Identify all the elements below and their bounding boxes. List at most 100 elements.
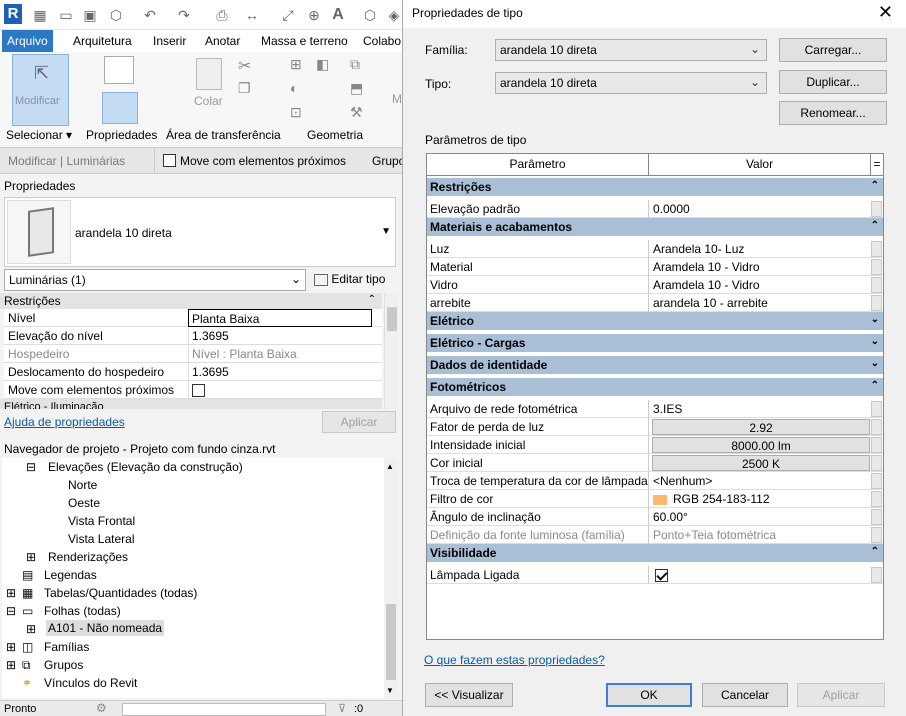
param-value[interactable]: <Nenhum>: [650, 472, 870, 490]
redo-icon[interactable]: ↷: [176, 7, 192, 23]
prop-row[interactable]: Hospedeiro Nível : Planta Baixa: [4, 345, 382, 363]
prop-row[interactable]: Move com elementos próximos: [4, 381, 382, 399]
revit-logo-icon[interactable]: R: [4, 4, 22, 24]
param-row[interactable]: arrebite arandela 10 - arrebite: [427, 294, 883, 312]
apply-button[interactable]: Aplicar: [322, 411, 396, 433]
tree-item[interactable]: Famílias: [44, 640, 89, 654]
collapse-icon[interactable]: ⌃: [871, 379, 879, 393]
group-header[interactable]: Visibilidade ⌃: [427, 544, 883, 562]
tree-expand-icon[interactable]: ⊞: [26, 622, 36, 636]
open-icon[interactable]: ▭: [58, 7, 74, 23]
worksets-icon[interactable]: ⚙: [96, 701, 107, 715]
tab-colaborar[interactable]: Colabo: [358, 30, 402, 52]
column-header-parameter[interactable]: Parâmetro: [427, 154, 649, 176]
type-properties-icon[interactable]: [104, 56, 134, 84]
param-value[interactable]: arandela 10 - arrebite: [650, 294, 870, 312]
tree-item[interactable]: Elevações (Elevação da construção): [48, 460, 243, 474]
tree-item[interactable]: Norte: [68, 478, 97, 492]
3d-view-icon[interactable]: ⬡: [362, 7, 378, 23]
column-header-value[interactable]: Valor: [649, 154, 871, 176]
modify-button[interactable]: ⇱ Modificar: [12, 54, 69, 126]
tree-expand-icon[interactable]: ⊞: [6, 658, 16, 672]
prop-row[interactable]: Nível Planta Baixa: [4, 309, 382, 327]
scroll-up-icon[interactable]: ▲: [386, 462, 394, 471]
param-value[interactable]: 0.0000: [650, 200, 870, 218]
type-combo[interactable]: arandela 10 direta ⌄: [495, 72, 767, 94]
browser-scrollbar[interactable]: ▲ ▼: [384, 458, 398, 698]
param-value[interactable]: 60.00°: [650, 508, 870, 526]
param-row[interactable]: Filtro de cor RGB 254-183-112: [427, 490, 883, 508]
formula-cell[interactable]: [871, 491, 882, 507]
duplicate-button[interactable]: Duplicar...: [779, 70, 887, 94]
prop-value[interactable]: 1.3695: [188, 327, 372, 345]
tree-expand-icon[interactable]: ⊞: [26, 550, 36, 564]
formula-cell[interactable]: [871, 567, 882, 583]
param-row[interactable]: Ângulo de inclinação 60.00°: [427, 508, 883, 526]
sync-icon[interactable]: ⬡: [108, 7, 124, 23]
param-row[interactable]: Fator de perda de luz 2.92: [427, 418, 883, 436]
properties-button[interactable]: [102, 92, 138, 124]
paint-icon[interactable]: ⬒: [350, 80, 363, 97]
param-value[interactable]: Aramdela 10 - Vidro: [650, 276, 870, 294]
cut-icon[interactable]: ✂: [238, 56, 251, 76]
clipboard-icon[interactable]: [196, 58, 222, 90]
home-icon[interactable]: ▦: [32, 7, 48, 23]
param-row[interactable]: Lâmpada Ligada: [427, 566, 883, 584]
section-restricoes[interactable]: Restrições ⌃: [0, 293, 382, 309]
filter-icon[interactable]: ⊽: [338, 702, 346, 715]
formula-cell[interactable]: [871, 527, 882, 543]
group-header[interactable]: Fotométricos ⌃: [427, 378, 883, 396]
formula-cell[interactable]: [871, 473, 882, 489]
formula-cell[interactable]: [871, 437, 882, 453]
param-row[interactable]: Cor inicial 2500 K: [427, 454, 883, 472]
workset-combo[interactable]: [122, 703, 326, 716]
instance-filter[interactable]: Luminárias (1) ⌄: [4, 269, 306, 291]
formula-cell[interactable]: [871, 419, 882, 435]
param-value[interactable]: 8000.00 lm: [652, 437, 870, 453]
move-with-prop-checkbox[interactable]: [192, 384, 205, 398]
group-header[interactable]: Elétrico - Cargas ⌄: [427, 334, 883, 352]
load-button[interactable]: Carregar...: [779, 38, 887, 62]
param-value[interactable]: Aramdela 10 - Vidro: [650, 258, 870, 276]
tree-item[interactable]: Oeste: [68, 496, 100, 510]
param-row[interactable]: Intensidade inicial 8000.00 lm: [427, 436, 883, 454]
prop-row[interactable]: Deslocamento do hospedeiro 1.3695: [4, 363, 382, 381]
save-icon[interactable]: ▣: [82, 7, 98, 23]
tree-item[interactable]: Grupos: [44, 658, 83, 672]
tree-item[interactable]: Vínculos do Revit: [44, 676, 137, 690]
tab-anotar[interactable]: Anotar: [200, 30, 245, 52]
print-icon[interactable]: ⎙: [214, 7, 230, 23]
collapse-icon[interactable]: ⌃: [871, 545, 879, 559]
prop-value[interactable]: Planta Baixa: [188, 309, 372, 327]
param-row[interactable]: Arquivo de rede fotométrica 3.IES: [427, 400, 883, 418]
tree-item[interactable]: Renderizações: [48, 550, 128, 564]
align-icon[interactable]: ⤢: [280, 7, 296, 23]
column-header-formula[interactable]: =: [871, 154, 883, 176]
close-icon[interactable]: ✕: [878, 2, 893, 23]
section-eletrico-iluminacao[interactable]: Elétrico - Iluminação: [0, 399, 382, 409]
type-selector[interactable]: arandela 10 direta ▼: [4, 197, 396, 267]
tree-expand-icon[interactable]: ⊞: [6, 586, 16, 600]
param-row[interactable]: Definição da fonte luminosa (família) Pon…: [427, 526, 883, 544]
preview-button[interactable]: << Visualizar: [425, 683, 513, 707]
group-header[interactable]: Restrições ⌃: [427, 178, 883, 196]
tab-massa-terreno[interactable]: Massa e terreno: [256, 30, 353, 52]
param-value[interactable]: 2500 K: [652, 455, 870, 471]
param-value[interactable]: Ponto+Teia fotométrica: [650, 526, 870, 544]
family-combo[interactable]: arandela 10 direta ⌄: [495, 39, 767, 61]
tree-item-selected[interactable]: A101 - Não nomeada: [46, 620, 165, 636]
param-value[interactable]: RGB 254-183-112: [650, 490, 870, 508]
formula-cell[interactable]: [871, 201, 882, 217]
tree-item[interactable]: Vista Frontal: [68, 514, 135, 528]
collapse-icon[interactable]: ⌃: [871, 179, 879, 193]
edit-type-button[interactable]: Editar tipo: [310, 269, 398, 291]
tree-expand-icon[interactable]: ⊞: [6, 640, 16, 654]
param-row[interactable]: Troca de temperatura da cor de lâmpada <N…: [427, 472, 883, 490]
formula-cell[interactable]: [871, 401, 882, 417]
tab-arquitetura[interactable]: Arquitetura: [68, 30, 137, 52]
prop-row[interactable]: Elevação do nível 1.3695: [4, 327, 382, 345]
formula-cell[interactable]: [871, 259, 882, 275]
collapse-icon[interactable]: ⌃: [871, 219, 879, 233]
tree-collapse-icon[interactable]: ⊟: [26, 460, 36, 474]
param-value[interactable]: 3.IES: [650, 400, 870, 418]
